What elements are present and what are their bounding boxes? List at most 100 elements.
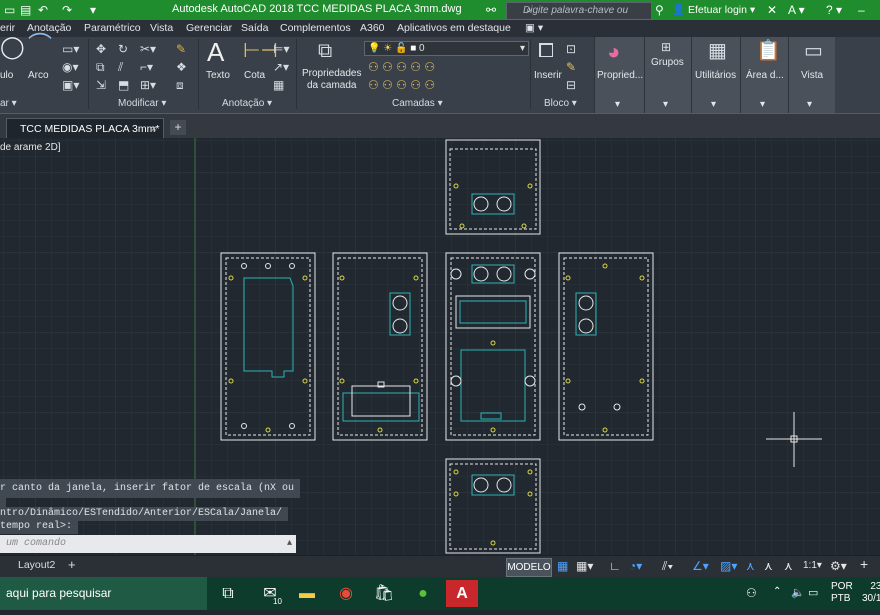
annotation-scale[interactable]: 1:1▾ <box>803 560 822 572</box>
menu-item-complementos[interactable]: Complementos <box>280 22 351 34</box>
chevron-up-icon[interactable]: ⌃ <box>773 586 781 597</box>
view-panel[interactable]: ▭ Vista ▾ <box>788 37 835 113</box>
osnap-icon[interactable]: ⫽▾ <box>662 560 673 572</box>
menu-item-gerenciar[interactable]: Gerenciar <box>186 22 232 34</box>
model-space-button[interactable]: MODELO <box>506 558 552 577</box>
chevron-up-icon[interactable]: ▴ <box>287 535 292 553</box>
arc-tool-icon[interactable]: ⌒ <box>28 34 52 58</box>
mirror-icon[interactable]: ⫽ <box>118 61 123 73</box>
system-clock[interactable]: 23 30/1 <box>862 581 880 605</box>
menu-item-vista[interactable]: Vista <box>150 22 173 34</box>
edit-block-icon[interactable]: ✎ <box>566 61 576 73</box>
speaker-icon[interactable]: 🔈 <box>791 586 805 599</box>
groups-panel[interactable]: ⊞ Grupos ▾ <box>644 37 691 113</box>
clipboard-panel[interactable]: 📋 Área d... ▾ <box>740 37 788 113</box>
autocad-icon[interactable]: A <box>446 580 478 607</box>
insert-block-icon[interactable]: ⧠ <box>538 41 554 61</box>
trim-icon[interactable]: ✂▾ <box>140 43 156 55</box>
fillet-icon[interactable]: ⌐▾ <box>140 61 153 73</box>
input-language[interactable]: POR PTB <box>831 581 853 605</box>
plus-icon[interactable]: + <box>860 557 868 571</box>
hatch-tool-icon[interactable]: ◉▾ <box>62 61 79 73</box>
layers-panel-title[interactable]: Camadas ▾ <box>392 98 443 109</box>
table-icon[interactable]: ▦ <box>273 79 284 91</box>
layer-properties-label[interactable]: Propriedades da camada <box>302 68 361 92</box>
menu-item-inserir[interactable]: erir <box>0 22 15 34</box>
annotation-visibility-icon[interactable]: ⋏ <box>746 560 755 572</box>
viewport-style-label[interactable]: de arame 2D] <box>0 142 61 153</box>
close-icon[interactable]: × <box>151 119 157 139</box>
command-input[interactable]: um comando ▴ <box>0 535 296 553</box>
move-icon[interactable]: ✥ <box>96 43 106 55</box>
lineweight-icon[interactable]: ▨▾ <box>720 560 737 572</box>
erase-icon[interactable]: ✎ <box>176 43 186 55</box>
save-icon[interactable]: ▤ <box>20 2 31 18</box>
store-icon[interactable]: 🛍 <box>368 580 400 607</box>
undo-icon[interactable]: ↶ <box>38 2 48 18</box>
circle-tool-icon[interactable]: ◯ <box>0 36 25 58</box>
workspace-icon[interactable]: ⋏ <box>784 560 793 572</box>
insert-block-label[interactable]: Inserir <box>534 70 562 81</box>
minimize-icon[interactable]: – <box>858 2 865 18</box>
redo-icon[interactable]: ↷ <box>62 2 72 18</box>
draw-circle-label[interactable]: ulo <box>0 70 13 81</box>
file-explorer-icon[interactable]: ▬ <box>291 580 323 607</box>
task-view-icon[interactable]: ⧉ <box>212 580 244 607</box>
rotate-icon[interactable]: ↻ <box>118 43 128 55</box>
block-panel-title[interactable]: Bloco ▾ <box>544 98 577 109</box>
layer-tools-row2-icon[interactable]: ⚇ ⚇ ⚇ ⚇ ⚇ <box>368 79 435 91</box>
annotation-panel-title[interactable]: Anotação ▾ <box>222 98 272 109</box>
text-tool-label[interactable]: Texto <box>206 70 230 81</box>
binoculars-icon[interactable]: ⚯ <box>486 2 496 18</box>
menu-item-a360[interactable]: A360 <box>360 22 385 34</box>
a360-icon[interactable]: A ▾ <box>788 2 805 18</box>
scale-icon[interactable]: ⬒ <box>118 79 129 91</box>
linear-dim-icon[interactable]: ⊨▾ <box>273 43 289 55</box>
layer-dropdown[interactable]: 💡 ☀ 🔓 ■ 0 ▾ <box>364 41 529 56</box>
people-icon[interactable]: ⚇ <box>746 586 757 600</box>
text-tool-icon[interactable]: A <box>207 39 224 65</box>
mail-icon[interactable]: ✉ 10 <box>254 580 286 607</box>
grid-icon[interactable]: ▦ <box>557 560 568 572</box>
network-icon[interactable]: ▭ <box>808 586 818 599</box>
taskbar-search[interactable]: aqui para pesquisar <box>0 577 207 610</box>
dimension-tool-label[interactable]: Cota <box>244 70 265 81</box>
gear-icon[interactable]: ⚙▾ <box>830 560 847 572</box>
utilities-panel[interactable]: ▦ Utilitários ▾ <box>691 37 740 113</box>
snap-icon[interactable]: ▦▾ <box>576 560 593 572</box>
utorrent-icon[interactable]: ● <box>407 580 439 607</box>
explode-icon[interactable]: ❖ <box>176 61 187 73</box>
login-button[interactable]: 👤 Efetuar login ▾ <box>672 3 755 16</box>
ortho-icon[interactable]: ∟ <box>609 560 621 572</box>
modify-panel-title[interactable]: Modificar ▾ <box>118 98 166 109</box>
ribbon-minimize-icon[interactable]: ▣ ▾ <box>525 22 543 34</box>
quick-access-menu-icon[interactable]: ▾ <box>90 2 96 18</box>
layer-tools-row1-icon[interactable]: ⚇ ⚇ ⚇ ⚇ ⚇ <box>368 61 435 73</box>
menu-item-aplicativos[interactable]: Aplicativos em destaque <box>397 22 511 34</box>
region-tool-icon[interactable]: ▣▾ <box>62 79 79 91</box>
arc-tool-label[interactable]: Arco <box>28 70 49 81</box>
layer-properties-icon[interactable]: ⧉ <box>318 41 332 61</box>
menu-item-saida[interactable]: Saída <box>241 22 268 34</box>
exchange-apps-icon[interactable]: ✕ <box>767 2 777 18</box>
auto-scale-icon[interactable]: ⋏ <box>764 560 773 572</box>
open-icon[interactable]: ▭ <box>4 2 15 18</box>
polar-icon[interactable]: ◔▾ <box>629 560 642 572</box>
create-block-icon[interactable]: ⊡ <box>566 43 576 55</box>
add-tab-button[interactable]: + <box>170 120 186 135</box>
tab-layout2[interactable]: Layout2 <box>18 559 55 571</box>
menu-item-parametrico[interactable]: Paramétrico <box>84 22 141 34</box>
offset-icon[interactable]: ⧈ <box>176 79 184 91</box>
otrack-icon[interactable]: ∠▾ <box>692 560 709 572</box>
block-attributes-icon[interactable]: ⊟ <box>566 79 576 91</box>
stretch-icon[interactable]: ⇲ <box>96 79 106 91</box>
help-icon[interactable]: ? ▾ <box>826 2 842 18</box>
properties-panel[interactable]: ◕ Propried... ▾ <box>594 37 644 113</box>
add-layout-button[interactable]: + <box>68 557 76 572</box>
leader-icon[interactable]: ↗▾ <box>273 61 289 73</box>
rectangle-tool-icon[interactable]: ▭▾ <box>62 43 79 55</box>
tab-document[interactable]: TCC MEDIDAS PLACA 3mm* × <box>6 118 164 139</box>
chrome-icon[interactable]: ◉ <box>330 580 362 607</box>
array-icon[interactable]: ⊞▾ <box>140 79 156 91</box>
search-input[interactable]: ⌕ Digite palavra-chave ou frase <box>506 2 652 32</box>
